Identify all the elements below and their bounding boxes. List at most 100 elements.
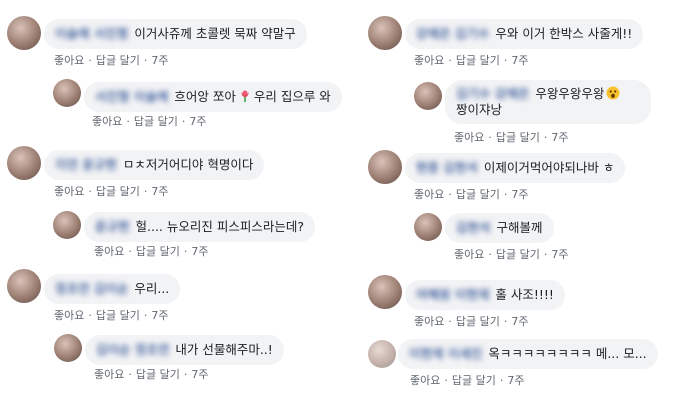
like-link[interactable]: 좋아요 — [54, 54, 84, 67]
comment-actions: 좋아요 · 답글 달기 · 7주 — [94, 368, 209, 381]
comment-bubble: 여혜원 이현재 홀 사조!!!! — [405, 280, 565, 310]
comment-bubble: 김현석 구해볼께 — [445, 213, 554, 243]
timestamp[interactable]: 7주 — [151, 185, 168, 198]
timestamp[interactable]: 7주 — [551, 131, 568, 144]
commenter-name[interactable]: 김현석 — [456, 220, 491, 235]
commenter-name[interactable]: 김기수 강예은 — [456, 86, 529, 101]
reply-link[interactable]: 답글 달기 — [496, 131, 540, 144]
timestamp[interactable]: 7주 — [189, 115, 206, 128]
reply-link[interactable]: 답글 달기 — [496, 248, 540, 261]
commenter-name[interactable]: 정초연 김이순 — [55, 281, 128, 296]
commenter-name[interactable]: 윤규현 — [95, 219, 130, 234]
comment-bubble: 강예은 김기수 우와 이거 한박스 사줄게!! — [405, 19, 644, 49]
comment-text: 구해볼께 — [496, 220, 543, 235]
like-link[interactable]: 좋아요 — [414, 315, 444, 328]
like-link[interactable]: 좋아요 — [54, 185, 84, 198]
commenter-name[interactable]: 현종 김현석 — [416, 160, 478, 175]
comment-text: 헐.... 뉴오리진 피스피스라는데? — [135, 219, 304, 234]
like-link[interactable]: 좋아요 — [454, 248, 484, 261]
like-link[interactable]: 좋아요 — [94, 245, 124, 258]
like-link[interactable]: 좋아요 — [410, 374, 440, 387]
comment-text: 흐어앙 쪼아 — [174, 89, 236, 104]
comment-actions: 좋아요 · 답글 달기 · 7주 — [414, 188, 529, 201]
comment-bubble: 윤규현 헐.... 뉴오리진 피스피스라는데? — [84, 212, 315, 242]
comment-actions: 좋아요 · 답글 달기 · 7주 — [94, 245, 209, 258]
avatar[interactable] — [7, 146, 41, 180]
avatar[interactable] — [7, 16, 41, 50]
timestamp[interactable]: 7주 — [551, 248, 568, 261]
avatar[interactable] — [54, 334, 82, 362]
comment-text: 홀 사조!!!! — [495, 287, 554, 302]
commenter-name[interactable]: 여혜원 이현재 — [416, 287, 489, 302]
comment-actions: 좋아요 · 답글 달기 · 7주 — [454, 131, 569, 144]
comment-bubble: 이현재 이세진 옥ㅋㅋㅋㅋㅋㅋㅋㅋ 메... 모... — [398, 339, 658, 369]
comment-text: 내가 선물해주마..! — [175, 342, 273, 357]
timestamp[interactable]: 7주 — [507, 374, 524, 387]
comment-bubble: 지연 윤규현 ㅁㅊ저거어디야 혁명이다 — [44, 150, 265, 180]
like-link[interactable]: 좋아요 — [414, 188, 444, 201]
like-link[interactable]: 좋아요 — [54, 309, 84, 322]
comment-text: 이제이거먹어야되나바 ㅎ — [483, 160, 615, 175]
tulip-emoji-icon — [238, 89, 252, 103]
comment-text: 우와 이거 한박스 사줄게!! — [495, 26, 633, 41]
timestamp[interactable]: 7주 — [191, 245, 208, 258]
commenter-name[interactable]: 이슬예 서진형 — [55, 26, 128, 41]
comment-text: 우왕우왕우왕 — [535, 86, 605, 101]
commenter-name[interactable]: 강예은 김기수 — [416, 26, 489, 41]
comment-bubble: 현종 김현석 이제이거먹어야되나바 ㅎ — [405, 153, 626, 183]
reply-link[interactable]: 답글 달기 — [456, 188, 500, 201]
reply-link[interactable]: 답글 달기 — [96, 309, 140, 322]
comment-bubble: 정초연 김이순 우리... — [44, 274, 181, 304]
reply-link[interactable]: 답글 달기 — [96, 185, 140, 198]
timestamp[interactable]: 7주 — [511, 54, 528, 67]
timestamp[interactable]: 7주 — [191, 368, 208, 381]
comment-actions: 좋아요 · 답글 달기 · 7주 — [54, 54, 169, 67]
like-link[interactable]: 좋아요 — [454, 131, 484, 144]
comment-text-continued: 짱이쟈낭 — [456, 102, 503, 117]
like-link[interactable]: 좋아요 — [94, 368, 124, 381]
timestamp[interactable]: 7주 — [511, 315, 528, 328]
avatar[interactable] — [53, 211, 81, 239]
avatar[interactable] — [368, 150, 402, 184]
avatar[interactable] — [414, 82, 442, 110]
comment-text: 옥ㅋㅋㅋㅋㅋㅋㅋㅋ 메... 모... — [488, 346, 647, 361]
comment-actions: 좋아요 · 답글 달기 · 7주 — [54, 309, 169, 322]
commenter-name[interactable]: 지연 윤규현 — [55, 157, 117, 172]
timestamp[interactable]: 7주 — [151, 309, 168, 322]
reply-link[interactable]: 답글 달기 — [96, 54, 140, 67]
shocked-face-emoji-icon — [606, 86, 620, 100]
timestamp[interactable]: 7주 — [511, 188, 528, 201]
reply-link[interactable]: 답글 달기 — [136, 368, 180, 381]
comment-bubble: 이슬예 서진형 이거사쥬께 초콜렛 묵짜 약말구 — [44, 19, 307, 49]
comment-actions: 좋아요 · 답글 달기 · 7주 — [454, 248, 569, 261]
timestamp[interactable]: 7주 — [151, 54, 168, 67]
reply-link[interactable]: 답글 달기 — [134, 115, 178, 128]
avatar[interactable] — [53, 79, 81, 107]
comment-text: 우리... — [134, 281, 170, 296]
reply-link[interactable]: 답글 달기 — [456, 54, 500, 67]
commenter-name[interactable]: 서진형 이슬예 — [95, 89, 168, 104]
comment-actions: 좋아요 · 답글 달기 · 7주 — [414, 54, 529, 67]
comment-text: 이거사쥬께 초콜렛 묵짜 약말구 — [134, 26, 296, 41]
avatar[interactable] — [368, 340, 396, 368]
avatar[interactable] — [368, 16, 402, 50]
reply-link[interactable]: 답글 달기 — [456, 315, 500, 328]
reply-link[interactable]: 답글 달기 — [452, 374, 496, 387]
avatar[interactable] — [414, 213, 442, 241]
comment-text-continued: 우리 집으루 와 — [253, 89, 331, 104]
reply-link[interactable]: 답글 달기 — [136, 245, 180, 258]
comment-bubble: 서진형 이슬예 흐어앙 쪼아 우리 집으루 와 — [84, 82, 342, 112]
like-link[interactable]: 좋아요 — [414, 54, 444, 67]
avatar[interactable] — [368, 275, 402, 309]
comment-actions: 좋아요 · 답글 달기 · 7주 — [410, 374, 525, 387]
like-link[interactable]: 좋아요 — [92, 115, 122, 128]
comment-bubble: 김이순 정초연 내가 선물해주마..! — [85, 335, 284, 365]
comment-text: ㅁㅊ저거어디야 혁명이다 — [122, 157, 254, 172]
comment-actions: 좋아요 · 답글 달기 · 7주 — [92, 115, 207, 128]
comment-actions: 좋아요 · 답글 달기 · 7주 — [54, 185, 169, 198]
avatar[interactable] — [7, 269, 41, 303]
commenter-name[interactable]: 이현재 이세진 — [409, 346, 482, 361]
commenter-name[interactable]: 김이순 정초연 — [96, 342, 169, 357]
comment-actions: 좋아요 · 답글 달기 · 7주 — [414, 315, 529, 328]
comment-bubble: 김기수 강예은 우왕우왕우왕짱이쟈낭 — [445, 80, 651, 124]
